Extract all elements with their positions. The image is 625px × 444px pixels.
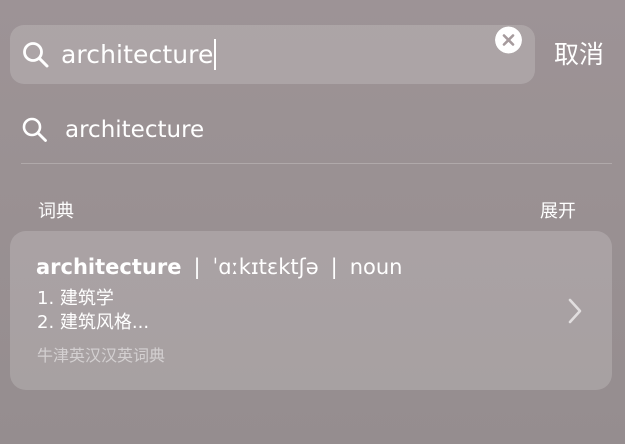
entry-word: architecture	[36, 255, 182, 279]
entry-headline: architecture | ˈɑːkɪtɛktʃə | noun	[36, 253, 403, 281]
separator: |	[193, 255, 201, 279]
dictionary-card[interactable]: architecture | ˈɑːkɪtɛktʃə | noun 1. 建筑学 2. …	[10, 231, 612, 390]
clear-search-icon[interactable]	[495, 26, 522, 54]
search-bar[interactable]: architecture	[10, 25, 535, 84]
section-title: 词典	[38, 201, 74, 222]
search-icon	[22, 117, 47, 142]
definition-2: 2. 建筑风格...	[37, 312, 150, 333]
separator: |	[330, 255, 338, 279]
suggestion-text: architecture	[65, 117, 205, 143]
search-input-value: architecture	[61, 40, 214, 69]
search-input[interactable]: architecture	[61, 38, 217, 72]
expand-button[interactable]: 展开	[540, 200, 576, 224]
entry-part-of-speech: noun	[349, 255, 403, 279]
cancel-button[interactable]: 取消	[554, 37, 604, 73]
search-suggestion[interactable]: architecture	[21, 110, 612, 150]
search-icon	[23, 42, 49, 68]
divider	[21, 163, 612, 164]
definition-1: 1. 建筑学	[37, 288, 114, 309]
text-caret	[214, 38, 217, 70]
entry-phonetic: ˈɑːkɪtɛktʃə	[212, 255, 319, 279]
dictionary-source: 牛津英汉汉英词典	[37, 346, 166, 365]
chevron-right-icon	[568, 298, 582, 324]
